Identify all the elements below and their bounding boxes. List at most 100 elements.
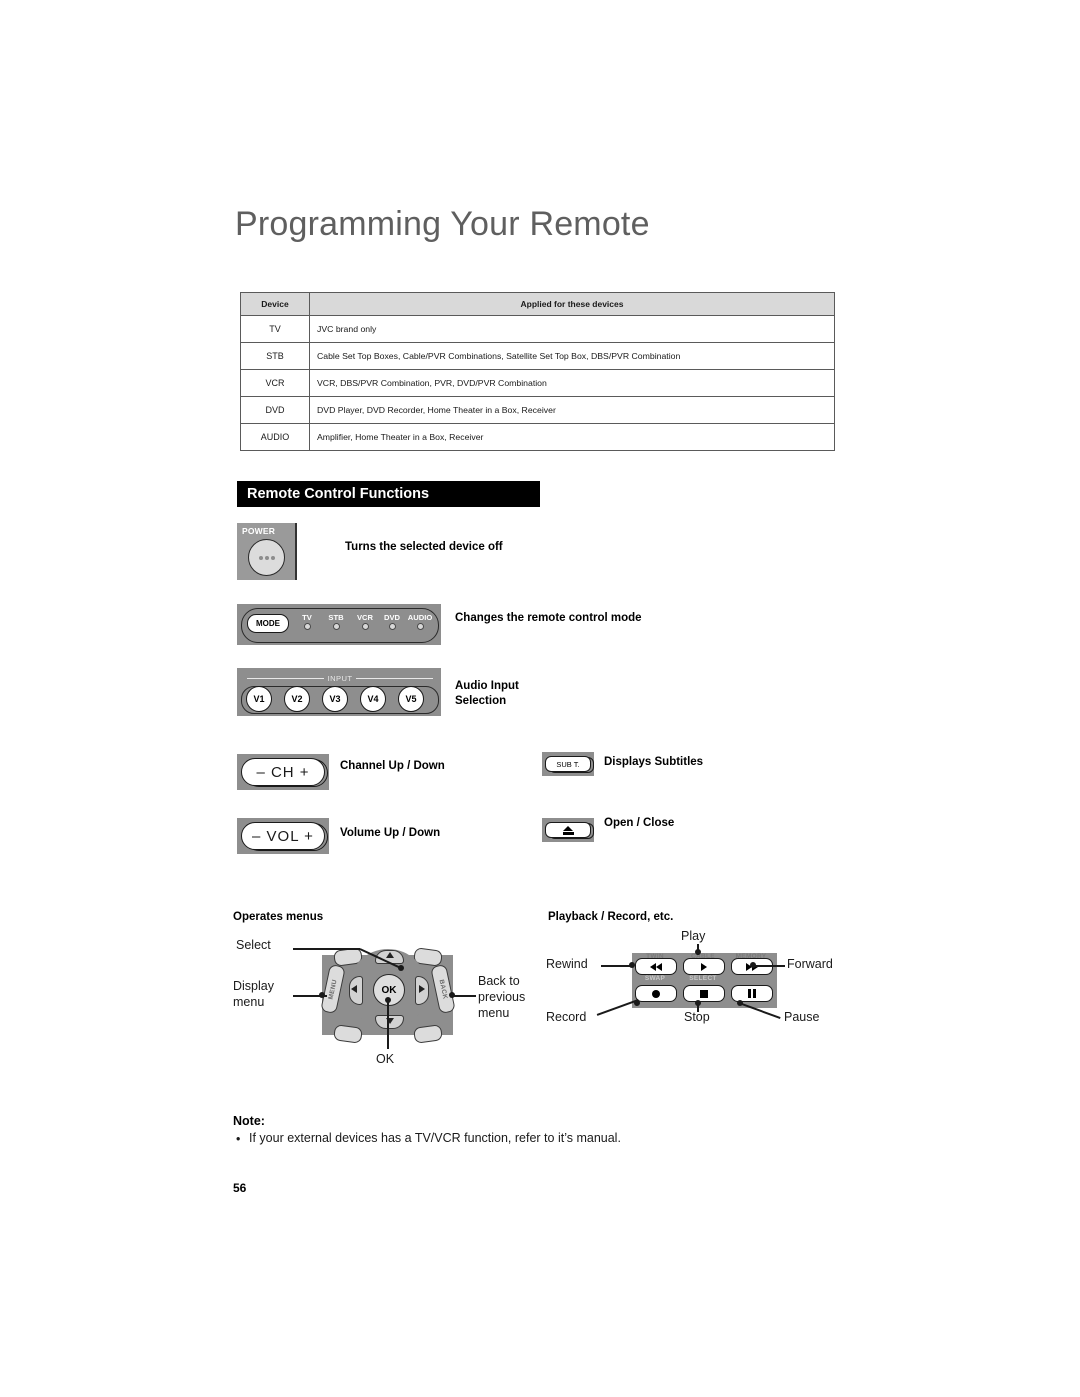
- mode-indicator-vcr: VCR: [350, 613, 380, 630]
- power-description: Turns the selected device off: [345, 541, 503, 553]
- mode-key[interactable]: MODE: [247, 614, 289, 633]
- callout-record: Record: [546, 1010, 587, 1024]
- input-rule-label: INPUT: [327, 674, 353, 683]
- rewind-icon: [650, 962, 662, 971]
- section-heading-remote-control-functions: Remote Control Functions: [237, 481, 540, 507]
- swap-label: SWAP: [644, 975, 666, 982]
- column-header-applied: Applied for these devices: [309, 292, 835, 316]
- operates-menus-heading: Operates menus: [233, 911, 324, 923]
- subtitle-description: Displays Subtitles: [604, 756, 704, 768]
- eject-icon: [562, 825, 574, 835]
- callout-knob: [398, 965, 404, 971]
- record-icon: [652, 989, 660, 998]
- power-key-label: POWER: [242, 526, 276, 536]
- mode-led-icon: [332, 623, 340, 630]
- callout-knob: [629, 962, 635, 968]
- input-key-v3[interactable]: V3: [322, 686, 348, 712]
- callout-display-menu: Display menu: [233, 979, 274, 1009]
- record-key[interactable]: [635, 985, 677, 1002]
- channel-key[interactable]: – CH +: [241, 758, 325, 786]
- play-key[interactable]: [683, 958, 725, 975]
- mode-description: Changes the remote control mode: [455, 612, 642, 624]
- subtitle-button-illustration: SUB T.: [542, 752, 594, 776]
- channel-rocker-illustration: – CH +: [237, 754, 329, 790]
- callout-knob: [449, 992, 455, 998]
- rule-line: [356, 677, 433, 680]
- callout-play: Play: [681, 929, 706, 943]
- arrow-up-icon: [386, 952, 394, 958]
- back-key-label: BACK: [437, 978, 449, 1000]
- dpad-corner-key[interactable]: [413, 1024, 443, 1044]
- manual-page: Programming Your Remote Device Applied f…: [0, 0, 1080, 1397]
- table-header-row: Device Applied for these devices: [240, 292, 835, 316]
- volume-key[interactable]: – VOL +: [241, 822, 325, 850]
- cell-device: STB: [240, 342, 310, 370]
- page-title: Programming Your Remote: [235, 205, 650, 243]
- audio-input-illustration: INPUT V1 V2 V3 V4 V5: [237, 668, 441, 716]
- open-close-key[interactable]: [545, 822, 591, 838]
- pause-icon: [747, 989, 757, 998]
- device-compatibility-table: Device Applied for these devices TV JVC …: [240, 292, 835, 451]
- cell-applied: DVD Player, DVD Recorder, Home Theater i…: [309, 396, 835, 424]
- mode-led-icon: [361, 623, 369, 630]
- mode-led-icon: [388, 623, 396, 630]
- callout-ok: OK: [376, 1052, 395, 1066]
- input-key-v4[interactable]: V4: [360, 686, 386, 712]
- power-button-illustration: POWER: [237, 523, 297, 580]
- table-row: TV JVC brand only: [240, 315, 835, 343]
- mode-indicator-label: TV: [302, 613, 312, 622]
- mode-panel-outline: MODE TV STB VCR DVD AUDIO: [241, 608, 439, 643]
- playback-illustration: TWIN CABLE MEMORY SWAP SELECT: [632, 953, 777, 1008]
- mode-indicator-stb: STB: [321, 613, 351, 630]
- pause-key[interactable]: [731, 985, 773, 1002]
- callout-line: [752, 965, 785, 967]
- callout-knob: [737, 1000, 743, 1006]
- power-key[interactable]: [248, 539, 285, 576]
- callout-pause: Pause: [784, 1010, 820, 1024]
- callout-line: [293, 948, 360, 950]
- table-row: STB Cable Set Top Boxes, Cable/PVR Combi…: [240, 342, 835, 370]
- callout-knob: [695, 949, 701, 955]
- cell-applied: Cable Set Top Boxes, Cable/PVR Combinati…: [309, 342, 835, 370]
- callout-knob: [319, 992, 325, 998]
- note-text: If your external devices has a TV/VCR fu…: [249, 1131, 621, 1145]
- column-header-device: Device: [240, 292, 310, 316]
- table-row: AUDIO Amplifier, Home Theater in a Box, …: [240, 423, 835, 451]
- mode-led-icon: [303, 623, 311, 630]
- power-dot-icon: [270, 555, 275, 560]
- power-dot-icon: [258, 555, 263, 560]
- cell-applied: Amplifier, Home Theater in a Box, Receiv…: [309, 423, 835, 451]
- callout-knob: [634, 1000, 640, 1006]
- menu-key[interactable]: MENU: [320, 963, 346, 1015]
- callout-back-to-previous-menu: Back to previous menu: [478, 974, 526, 1020]
- volume-rocker-illustration: – VOL +: [237, 818, 329, 854]
- table-row: VCR VCR, DBS/PVR Combination, PVR, DVD/P…: [240, 369, 835, 397]
- playback-heading: Playback / Record, etc.: [548, 911, 674, 923]
- select-label: SELECT: [689, 975, 717, 982]
- audio-input-description: Audio Input Selection: [455, 680, 519, 707]
- back-key[interactable]: BACK: [430, 963, 456, 1015]
- input-rule: INPUT: [247, 674, 433, 683]
- rule-line: [247, 677, 324, 680]
- stop-key[interactable]: [683, 985, 725, 1002]
- mode-led-icon: [416, 623, 424, 630]
- input-key-v5[interactable]: V5: [398, 686, 424, 712]
- subtitle-key[interactable]: SUB T.: [545, 756, 591, 772]
- arrow-right-icon: [419, 985, 425, 993]
- callout-rewind: Rewind: [546, 957, 588, 971]
- cell-applied: JVC brand only: [309, 315, 835, 343]
- power-dot-icon: [264, 555, 269, 560]
- mode-button-illustration: MODE TV STB VCR DVD AUDIO: [237, 604, 441, 645]
- input-key-v1[interactable]: V1: [246, 686, 272, 712]
- callout-select: Select: [236, 938, 271, 952]
- input-key-v2[interactable]: V2: [284, 686, 310, 712]
- dpad-corner-key[interactable]: [333, 1024, 363, 1044]
- callout-line: [387, 1000, 389, 1049]
- mode-indicator-label: STB: [328, 613, 344, 622]
- rewind-key[interactable]: [635, 958, 677, 975]
- page-number: 56: [233, 1181, 247, 1195]
- cell-device: TV: [240, 315, 310, 343]
- mode-indicator-tv: TV: [292, 613, 322, 630]
- channel-description: Channel Up / Down: [340, 760, 445, 772]
- mode-indicator-audio: AUDIO: [402, 613, 438, 630]
